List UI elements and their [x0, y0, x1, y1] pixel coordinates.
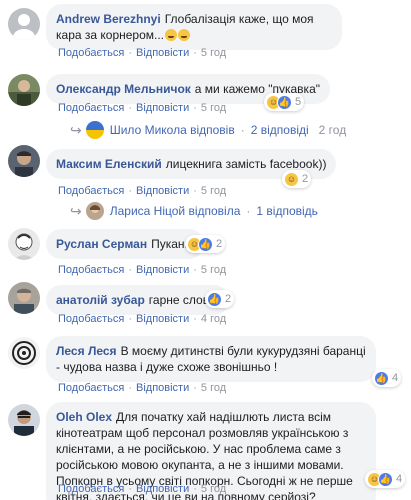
comment-text: а ми кажемо "пукавка" — [194, 82, 321, 96]
comment-actions: Подобається · Відповісти · 5 год — [58, 47, 227, 59]
reactions-summary[interactable]: ☺ 2 — [282, 170, 312, 188]
reply-avatar — [85, 202, 104, 220]
like-link[interactable]: Подобається — [58, 313, 124, 325]
avatar[interactable] — [8, 404, 40, 436]
comment-bubble: анатолій зубар гарне слово. — [46, 285, 229, 315]
laughing-emoji-icon — [178, 29, 191, 41]
comment-time[interactable]: 5 год — [201, 382, 226, 394]
reply-avatar — [85, 121, 104, 139]
comment-time[interactable]: 5 год — [201, 264, 226, 276]
comment-actions: Подобається · Відповісти · 5 год — [58, 185, 227, 197]
reactions-count: 5 — [295, 96, 302, 108]
reply-arrow-icon: ↪ — [70, 202, 82, 219]
like-reaction-icon: 👍 — [277, 94, 292, 110]
like-link[interactable]: Подобається — [58, 47, 124, 59]
reactions-summary[interactable]: ☺ 👍 4 — [365, 470, 406, 488]
like-link[interactable]: Подобається — [58, 483, 124, 495]
reply-time: 2 год — [318, 123, 347, 137]
comment-author[interactable]: Руслан Серман — [56, 237, 147, 251]
comment-bubble: Руслан Серман Пуканці — [46, 229, 205, 259]
like-link[interactable]: Подобається — [58, 382, 124, 394]
avatar[interactable] — [8, 8, 40, 40]
comment-text: лицекнига замість facebook)) — [165, 157, 327, 171]
reply-link[interactable]: Відповісти — [136, 313, 189, 325]
reply-link[interactable]: Відповісти — [136, 264, 189, 276]
reply-author: Лариса Ніцой — [109, 204, 186, 218]
comment-bubble: Andrew Berezhnyi Глобалізація каже, що мо… — [46, 4, 342, 50]
like-link[interactable]: Подобається — [58, 102, 124, 114]
reply-verb: відповів — [190, 123, 235, 137]
like-reaction-icon: 👍 — [198, 236, 213, 252]
avatar[interactable] — [8, 74, 40, 106]
comment-author[interactable]: Леся Леся — [56, 344, 117, 358]
laughing-emoji-icon — [165, 29, 178, 41]
reply-link[interactable]: Відповісти — [136, 483, 189, 495]
comment-author[interactable]: Максим Еленский — [56, 157, 162, 171]
reply-count: 2 відповіді — [250, 123, 309, 137]
haha-reaction-icon: ☺ — [284, 171, 299, 187]
comment-time[interactable]: 4 год — [201, 313, 226, 325]
comment-time[interactable]: 5 год — [201, 47, 226, 59]
reactions-count: 2 — [216, 238, 223, 250]
reply-author: Шило Микола — [109, 123, 187, 137]
like-reaction-icon: 👍 — [207, 291, 222, 307]
reply-link[interactable]: Відповісти — [136, 47, 189, 59]
reply-link[interactable]: Відповісти — [136, 102, 189, 114]
comment-time[interactable]: 5 год — [201, 102, 226, 114]
reply-arrow-icon: ↪ — [70, 121, 82, 138]
reactions-summary[interactable]: 👍 4 — [372, 369, 402, 387]
reply-link[interactable]: Відповісти — [136, 185, 189, 197]
comment-actions: Подобається · Відповісти · 5 год — [58, 102, 227, 114]
reactions-summary[interactable]: ☺ 👍 2 — [185, 235, 226, 253]
reply-verb: відповіла — [188, 204, 241, 218]
avatar[interactable] — [8, 145, 40, 177]
comment-author[interactable]: Andrew Berezhnyi — [56, 12, 161, 26]
view-replies-link[interactable]: ↪ Шило Микола відповів · 2 відповіді 2 год — [70, 121, 346, 139]
like-reaction-icon: 👍 — [378, 471, 393, 487]
comment-actions: Подобається · Відповісти · 5 год — [58, 483, 227, 495]
comment-time[interactable]: 5 год — [201, 185, 226, 197]
avatar[interactable] — [8, 337, 40, 369]
comment-time[interactable]: 5 год — [201, 483, 226, 495]
reactions-count: 2 — [225, 293, 232, 305]
reactions-count: 2 — [302, 173, 309, 185]
like-link[interactable]: Подобається — [58, 264, 124, 276]
comment-author[interactable]: анатолій зубар — [56, 293, 145, 307]
reply-count: 1 відповідь — [256, 204, 318, 218]
comment-bubble: Леся Леся В моєму дитинстві були кукурудз… — [46, 336, 376, 382]
comment-actions: Подобається · Відповісти · 5 год — [58, 382, 227, 394]
reactions-count: 4 — [396, 473, 403, 485]
reactions-summary[interactable]: 👍 2 — [205, 290, 235, 308]
reply-link[interactable]: Відповісти — [136, 382, 189, 394]
like-link[interactable]: Подобається — [58, 185, 124, 197]
view-replies-link[interactable]: ↪ Лариса Ніцой відповіла · 1 відповідь — [70, 202, 318, 220]
reactions-count: 4 — [392, 372, 399, 384]
comment-actions: Подобається · Відповісти · 5 год — [58, 264, 227, 276]
like-reaction-icon: 👍 — [374, 370, 389, 386]
avatar[interactable] — [8, 282, 40, 314]
comment-author[interactable]: Oleh Olex — [56, 410, 112, 424]
avatar[interactable] — [8, 228, 40, 260]
comment-author[interactable]: Олександр Мельничок — [56, 82, 191, 96]
comment-actions: Подобається · Відповісти · 4 год — [58, 313, 227, 325]
reactions-summary[interactable]: ☺ 👍 5 — [264, 93, 305, 111]
